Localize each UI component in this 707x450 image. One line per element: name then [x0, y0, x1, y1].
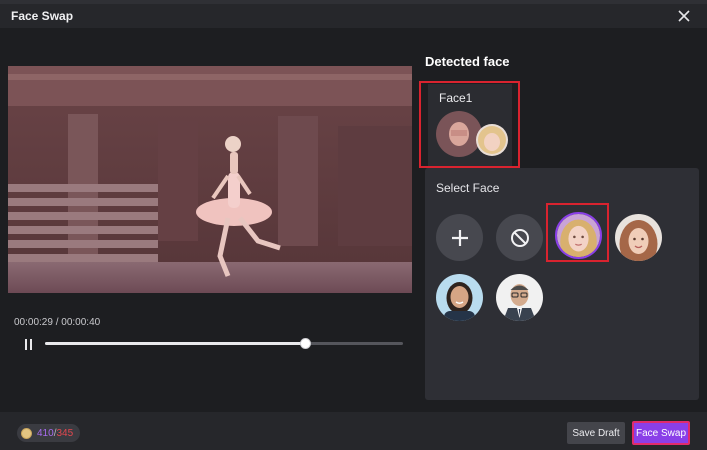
credits-used: 410	[37, 427, 54, 439]
face-swap-button[interactable]: Face Swap	[632, 421, 690, 445]
current-time: 00:00:29	[14, 317, 53, 328]
timecode: 00:00:29 / 00:00:40	[14, 317, 100, 328]
select-face-title: Select Face	[436, 181, 500, 195]
face-woman-dark-hair	[436, 274, 483, 321]
detected-face-thumbnails	[436, 111, 508, 157]
face-option-man-glasses[interactable]	[496, 274, 543, 321]
dialog-title: Face Swap	[11, 9, 74, 23]
face-option-auburn-woman[interactable]	[615, 214, 662, 261]
ballet-scene-image	[8, 66, 412, 293]
detected-face-tile: Face1	[428, 84, 512, 166]
face-option-dark-haired-woman[interactable]	[436, 274, 483, 321]
coin-icon	[21, 427, 32, 439]
dialog-titlebar: Face Swap	[0, 4, 707, 28]
face-swap-dialog: Face Swap 00:00:29 / 00:00:40 Detected f…	[0, 4, 707, 450]
add-face-button[interactable]	[436, 214, 483, 261]
add-icon	[451, 229, 468, 246]
face-young-woman-blonde	[557, 214, 600, 257]
video-preview[interactable]	[8, 66, 412, 293]
detected-face-title: Detected face	[425, 54, 510, 69]
playback-progress	[45, 342, 305, 345]
pause-icon[interactable]	[22, 337, 36, 351]
face-option-blonde-woman[interactable]	[555, 212, 602, 259]
face-man-glasses	[496, 274, 543, 321]
no-face-button[interactable]	[496, 214, 543, 261]
select-face-panel: Select Face	[425, 168, 699, 400]
face-label: Face1	[439, 91, 473, 105]
detected-face-card[interactable]: Face1	[419, 81, 520, 168]
none-icon	[510, 228, 529, 247]
credits-badge: 410/345	[17, 424, 81, 442]
playback-handle[interactable]	[299, 338, 311, 349]
close-icon[interactable]	[674, 6, 694, 26]
dialog-footer: 410/345 Save Draft Face Swap	[0, 412, 707, 450]
credits-total: 345	[56, 427, 74, 439]
total-time: 00:00:40	[61, 317, 101, 328]
face-woman-auburn	[615, 214, 662, 261]
save-draft-button[interactable]: Save Draft	[567, 422, 625, 444]
playback-slider[interactable]	[45, 338, 403, 349]
